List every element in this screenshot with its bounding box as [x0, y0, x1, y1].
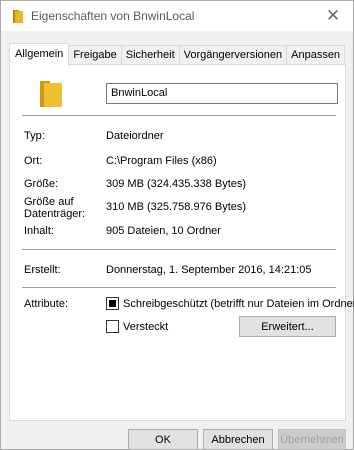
type-value: Dateiordner: [106, 130, 164, 142]
folder-icon: [13, 10, 23, 23]
ok-button[interactable]: OK: [128, 429, 198, 450]
title-bar[interactable]: Eigenschaften von BnwinLocal ✕: [1, 1, 353, 31]
location-value: C:\Program Files (x86): [106, 155, 217, 167]
general-panel: BnwinLocal Typ: Dateiordner Ort: C:\Prog…: [9, 64, 354, 421]
size-label: Größe:: [24, 178, 59, 190]
hidden-checkbox[interactable]: [106, 320, 119, 333]
readonly-checkbox[interactable]: [106, 297, 119, 310]
size-on-disk-value: 310 MB (325.758.976 Bytes): [106, 201, 247, 213]
properties-window: Eigenschaften von BnwinLocal ✕ Allgemein…: [0, 0, 354, 450]
tab-sharing[interactable]: Freigabe: [68, 45, 122, 65]
tab-security[interactable]: Sicherheit: [120, 45, 180, 65]
divider: [22, 115, 336, 116]
divider: [22, 287, 336, 288]
cancel-button[interactable]: Abbrechen: [203, 429, 273, 450]
window-title: Eigenschaften von BnwinLocal: [31, 9, 195, 23]
tab-customize[interactable]: Anpassen: [286, 45, 346, 65]
tab-strip: Allgemein Freigabe Sicherheit Vorgängerv…: [9, 43, 346, 66]
tab-general[interactable]: Allgemein: [9, 43, 70, 66]
contents-label: Inhalt:: [24, 225, 54, 237]
tab-previous-versions[interactable]: Vorgängerversionen: [178, 45, 288, 65]
hidden-label[interactable]: Versteckt: [123, 321, 168, 333]
size-value: 309 MB (324.435.338 Bytes): [106, 178, 247, 190]
attributes-label: Attribute:: [24, 298, 69, 310]
type-label: Typ:: [24, 130, 45, 142]
apply-button[interactable]: Übernehmen: [278, 429, 346, 450]
created-label: Erstellt:: [24, 264, 61, 276]
folder-icon: [40, 81, 62, 107]
divider: [22, 249, 336, 250]
created-value: Donnerstag, 1. September 2016, 14:21:05: [106, 264, 312, 276]
close-button[interactable]: ✕: [313, 1, 353, 31]
folder-name-field[interactable]: BnwinLocal: [106, 83, 338, 104]
readonly-label[interactable]: Schreibgeschützt (betrifft nur Dateien i…: [123, 298, 354, 310]
advanced-button[interactable]: Erweitert...: [239, 316, 336, 337]
contents-value: 905 Dateien, 10 Ordner: [106, 225, 221, 237]
size-on-disk-label-line2: Datenträger:: [24, 208, 86, 220]
size-on-disk-label-line1: Größe auf: [24, 196, 74, 208]
location-label: Ort:: [24, 155, 43, 167]
